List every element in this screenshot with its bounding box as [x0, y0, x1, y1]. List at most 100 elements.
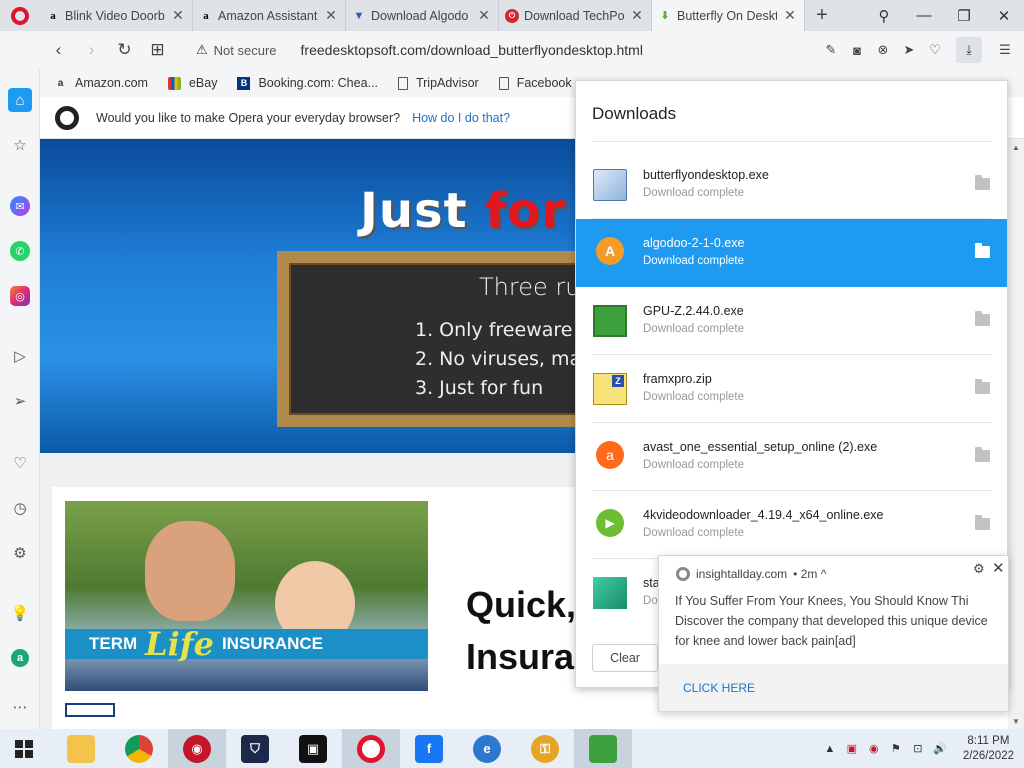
- bookmark-amazon[interactable]: a Amazon.com: [54, 76, 148, 90]
- easy-setup-icon[interactable]: ☰: [994, 39, 1016, 61]
- taskbar-gpuz[interactable]: [574, 729, 632, 768]
- tab-blink[interactable]: a Blink Video Doorb ✕: [40, 0, 193, 31]
- clock[interactable]: 8:11 PM 2/26/2022: [963, 734, 1014, 764]
- notification-header: insightallday.com • 2m ^: [676, 567, 826, 581]
- folder-icon[interactable]: [975, 379, 990, 394]
- bookmark-facebook[interactable]: Facebook: [498, 76, 572, 90]
- folder-icon[interactable]: [975, 175, 990, 190]
- download-icon[interactable]: ⤓: [956, 37, 982, 63]
- tab-download-algodoo[interactable]: ▼ Download Algodo ✕: [346, 0, 499, 31]
- scroll-down-icon[interactable]: ▼: [1008, 713, 1024, 729]
- taskbar-lock[interactable]: ⚿: [516, 729, 574, 768]
- back-button[interactable]: ‹: [42, 31, 75, 69]
- opera-menu-button[interactable]: [0, 0, 40, 31]
- banner-title-red: for: [485, 183, 566, 239]
- taskbar-file-explorer[interactable]: [52, 729, 110, 768]
- download-item[interactable]: A algodoo-2-1-0.exe Download complete: [576, 219, 1007, 287]
- ad-person: [145, 521, 235, 621]
- messenger-icon[interactable]: ✉: [10, 196, 30, 216]
- volume-icon[interactable]: 🔊: [933, 742, 947, 756]
- how-to-link[interactable]: How do I do that?: [412, 111, 510, 125]
- close-icon[interactable]: ✕: [323, 7, 339, 24]
- settings-icon[interactable]: ⚙: [8, 541, 32, 565]
- chrome-icon: [125, 734, 153, 763]
- video-recorder-tray-icon[interactable]: ▣: [845, 742, 859, 756]
- bookmark-tripadvisor[interactable]: TripAdvisor: [397, 76, 479, 90]
- taskbar-facebook[interactable]: f: [400, 729, 458, 768]
- bookmark-ebay[interactable]: eBay: [167, 76, 217, 90]
- start-button[interactable]: [0, 729, 48, 768]
- tab-butterfly[interactable]: ⬇ Butterfly On Deskt ✕: [652, 0, 805, 31]
- star-icon[interactable]: ☆: [8, 133, 32, 157]
- click-here-button[interactable]: CLICK HERE: [683, 681, 755, 695]
- ad-stripe: TERM Life INSURANCE: [65, 625, 428, 663]
- taskbar-chrome[interactable]: [110, 729, 168, 768]
- heart-icon[interactable]: ♡: [924, 39, 946, 61]
- close-icon[interactable]: ✕: [170, 7, 186, 24]
- scroll-up-icon[interactable]: ▲: [1008, 139, 1024, 155]
- tab-download-techpowerup[interactable]: ⏻ Download TechPo ✕: [499, 0, 652, 31]
- folder-icon[interactable]: [975, 311, 990, 326]
- notification-age[interactable]: • 2m ^: [793, 567, 826, 581]
- taskbar-screen-recorder[interactable]: ◉: [168, 729, 226, 768]
- tab-snapshot-icon[interactable]: ⊞: [141, 31, 174, 69]
- close-icon[interactable]: ✕: [782, 7, 798, 24]
- taskbar-vpn[interactable]: ⛉: [226, 729, 284, 768]
- screen-recorder-tray-icon[interactable]: ◉: [867, 742, 881, 756]
- download-item[interactable]: GPU-Z.2.44.0.exe Download complete: [576, 287, 1007, 355]
- close-icon[interactable]: ✕: [629, 7, 645, 24]
- player-icon[interactable]: ▷: [8, 344, 32, 368]
- network-warning-icon[interactable]: ⚑: [889, 742, 903, 756]
- search-tabs-icon[interactable]: ⚲: [864, 0, 904, 31]
- forward-button[interactable]: ›: [75, 31, 108, 69]
- amazon-assistant-icon[interactable]: a: [11, 649, 29, 667]
- ebay-icon: [167, 76, 181, 90]
- history-icon[interactable]: ◷: [8, 496, 32, 520]
- taskbar-browser[interactable]: e: [458, 729, 516, 768]
- flow-icon[interactable]: ➢: [8, 389, 32, 413]
- edit-icon[interactable]: ✎: [820, 39, 842, 61]
- folder-icon[interactable]: [975, 447, 990, 462]
- address-bar: ‹ › ↻ ⊞ ⚠ Not secure freedesktopsoft.com…: [0, 31, 1024, 69]
- ad-headline[interactable]: Quick, Insurar: [466, 579, 588, 683]
- ad-headline-line: Insurar: [466, 636, 589, 677]
- clock-time: 8:11 PM: [967, 734, 1010, 747]
- new-tab-button[interactable]: +: [805, 0, 839, 31]
- heart-icon[interactable]: ♡: [8, 451, 32, 475]
- more-icon[interactable]: ⋯: [8, 695, 32, 719]
- camera-icon[interactable]: ◙: [846, 39, 868, 61]
- close-window-icon[interactable]: ✕: [984, 0, 1024, 31]
- adblock-icon[interactable]: ⊗: [872, 39, 894, 61]
- security-indicator[interactable]: ⚠ Not secure: [196, 42, 277, 58]
- download-item[interactable]: ▶ 4kvideodownloader_4.19.4_x64_online.ex…: [576, 491, 1007, 559]
- home-icon[interactable]: ⌂: [8, 88, 32, 112]
- page-scrollbar[interactable]: ▲ ▼: [1008, 139, 1024, 729]
- url-field[interactable]: freedesktopsoft.com/download_butterflyon…: [301, 42, 643, 58]
- close-icon[interactable]: ✕: [992, 559, 1005, 577]
- send-icon[interactable]: ➤: [898, 39, 920, 61]
- web-notification[interactable]: insightallday.com • 2m ^ ⚙ ✕ If You Suff…: [658, 555, 1009, 712]
- close-icon[interactable]: ✕: [476, 7, 492, 24]
- download-status: Download complete: [643, 255, 745, 267]
- folder-icon[interactable]: [975, 515, 990, 530]
- bookmark-booking[interactable]: B Booking.com: Chea...: [237, 76, 378, 90]
- instagram-icon[interactable]: ◎: [10, 286, 30, 306]
- ad-image[interactable]: TERM Life INSURANCE: [65, 501, 428, 691]
- lightbulb-icon[interactable]: 💡: [8, 601, 32, 625]
- gpuz-icon: [589, 734, 617, 763]
- taskbar-video-recorder[interactable]: ▣: [284, 729, 342, 768]
- tab-amazon-assistant[interactable]: a Amazon Assistant ✕: [193, 0, 346, 31]
- clear-downloads-button[interactable]: Clear: [592, 644, 658, 672]
- restore-icon[interactable]: ❐: [944, 0, 984, 31]
- gear-icon[interactable]: ⚙: [973, 561, 985, 577]
- download-item[interactable]: butterflyondesktop.exe Download complete: [576, 151, 1007, 219]
- download-item[interactable]: a avast_one_essential_setup_online (2).e…: [576, 423, 1007, 491]
- network-icon[interactable]: ⊡: [911, 742, 925, 756]
- chevron-up-icon[interactable]: ▲: [823, 742, 837, 756]
- minimize-icon[interactable]: —: [904, 0, 944, 31]
- folder-icon[interactable]: [975, 243, 990, 258]
- taskbar-opera[interactable]: [342, 729, 400, 768]
- reload-button[interactable]: ↻: [108, 31, 141, 69]
- download-item[interactable]: framxpro.zip Download complete: [576, 355, 1007, 423]
- whatsapp-icon[interactable]: ✆: [10, 241, 30, 261]
